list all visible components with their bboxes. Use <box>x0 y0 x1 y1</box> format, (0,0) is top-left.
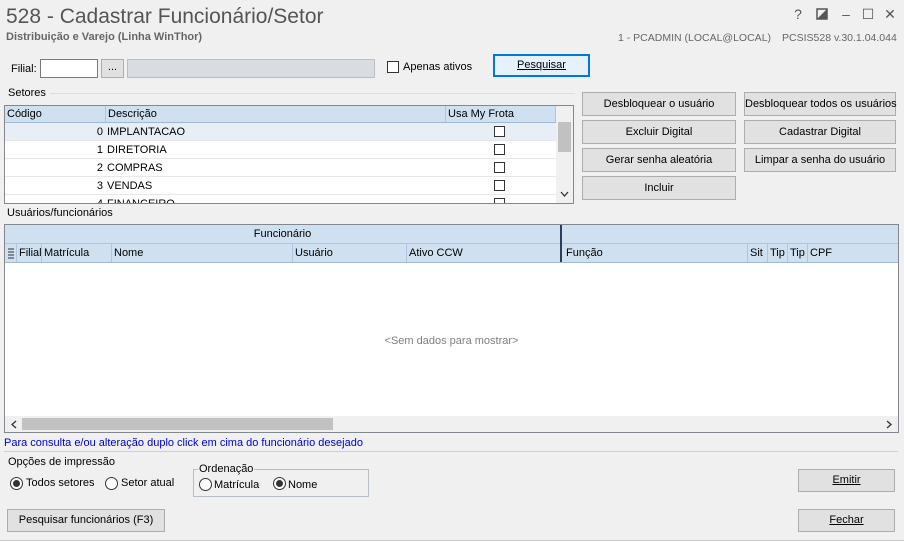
pesquisar-button[interactable]: Pesquisar <box>493 54 590 77</box>
setores-grid-header: Código Descrição Usa My Frota <box>5 106 556 123</box>
window-title: 528 - Cadastrar Funcionário/Setor <box>6 5 324 28</box>
col-funcao[interactable]: Função <box>564 244 748 262</box>
help-icon[interactable]: ? <box>790 6 806 22</box>
window-subtitle: Distribuição e Varejo (Linha WinThor) <box>6 31 203 43</box>
setores-group-line <box>50 93 575 94</box>
col-codigo[interactable]: Código <box>5 106 106 122</box>
excluir-digital-button[interactable]: Excluir Digital <box>582 120 736 144</box>
usuarios-group-label: Usuários/funcionários <box>7 207 113 219</box>
scroll-thumb[interactable] <box>22 418 333 430</box>
col-nome[interactable]: Nome <box>112 244 293 262</box>
impressao-group-label: Opções de impressão <box>8 456 115 468</box>
cell-descricao: FINANCEIRO <box>107 195 437 203</box>
band-funcionario: Funcionário <box>5 225 562 244</box>
emitir-label: Emitir <box>832 474 861 486</box>
restore-icon[interactable] <box>814 6 830 22</box>
col-sit[interactable]: Sit <box>748 244 768 262</box>
scroll-thumb[interactable] <box>558 122 571 152</box>
cell-descricao: DIRETORIA <box>107 144 167 156</box>
usa-my-frota-checkbox[interactable] <box>494 144 505 155</box>
cell-descricao: IMPLANTACAO <box>107 126 186 138</box>
table-row[interactable]: 0 IMPLANTACAO <box>5 123 556 141</box>
cell-codigo: 1 <box>96 144 103 156</box>
cell-descricao: VENDAS <box>107 180 153 192</box>
cadastrar-digital-button[interactable]: Cadastrar Digital <box>744 120 896 144</box>
setor-atual-label: Setor atual <box>121 477 175 489</box>
cell-descricao: COMPRAS <box>107 162 163 174</box>
fechar-label: Fechar <box>829 514 864 526</box>
col-ativo-ccw[interactable]: Ativo CCW <box>407 244 562 262</box>
version-info: PCSIS528 v.30.1.04.044 <box>782 32 897 44</box>
col-usa-my-frota[interactable]: Usa My Frota <box>446 106 556 122</box>
table-row[interactable]: 1 DIRETORIA <box>5 141 556 159</box>
todos-setores-radio[interactable] <box>10 477 23 490</box>
table-row[interactable]: 4 FINANCEIRO <box>5 195 556 203</box>
ordenacao-label: Ordenação <box>198 463 255 475</box>
usuarios-col-header: Filial Matrícula Nome Usuário Ativo CCW … <box>5 244 898 263</box>
filial-label: Filial: <box>11 63 37 75</box>
close-icon[interactable]: ✕ <box>882 6 898 22</box>
col-filial[interactable]: Filial <box>17 244 42 262</box>
ordenacao-nome-radio[interactable] <box>273 477 286 490</box>
usa-my-frota-checkbox[interactable] <box>494 198 505 203</box>
cell-codigo: 0 <box>96 126 103 138</box>
scroll-right-icon[interactable] <box>885 420 893 429</box>
desbloquear-todos-button[interactable]: Desbloquear todos os usuários <box>744 92 897 116</box>
table-row[interactable]: 3 VENDAS <box>5 177 556 195</box>
filial-input[interactable] <box>40 59 98 78</box>
todos-setores-label: Todos setores <box>26 477 95 489</box>
apenas-ativos-label: Apenas ativos <box>403 61 473 73</box>
limpar-senha-button[interactable]: Limpar a senha do usuário <box>744 148 896 172</box>
hint-text: Para consulta e/ou alteração duplo click… <box>4 437 363 449</box>
cell-codigo: 3 <box>96 180 103 192</box>
apenas-ativos-checkbox[interactable] <box>387 61 399 73</box>
user-info: 1 - PCADMIN (LOCAL@LOCAL) <box>618 32 772 44</box>
cell-codigo: 4 <box>5 195 103 203</box>
usuarios-grid[interactable]: Funcionário Filial Matrícula Nome Usuári… <box>4 224 899 433</box>
col-tip-2[interactable]: Tip <box>788 244 808 262</box>
col-descricao[interactable]: Descrição <box>106 106 446 122</box>
ordenacao-matricula-radio[interactable] <box>199 478 212 491</box>
col-matricula[interactable]: Matrícula <box>42 244 112 262</box>
scroll-left-icon[interactable] <box>10 420 18 429</box>
col-cpf[interactable]: CPF <box>808 244 898 262</box>
fechar-button[interactable]: Fechar <box>798 509 895 532</box>
filial-browse-button[interactable]: ... <box>101 59 124 78</box>
emitir-button[interactable]: Emitir <box>798 469 895 492</box>
cell-codigo: 2 <box>96 162 103 174</box>
setores-vscrollbar[interactable] <box>556 106 573 203</box>
usa-my-frota-checkbox[interactable] <box>494 180 505 191</box>
usa-my-frota-checkbox[interactable] <box>494 162 505 173</box>
empty-grid-message: <Sem dados para mostrar> <box>384 335 519 347</box>
setores-grid[interactable]: Código Descrição Usa My Frota 0 IMPLANTA… <box>4 105 574 204</box>
usa-my-frota-checkbox[interactable] <box>494 126 505 137</box>
pesquisar-label: Pesquisar <box>517 59 566 71</box>
usuarios-band-header: Funcionário <box>5 225 898 244</box>
filial-description-field <box>127 59 375 78</box>
usuarios-hscrollbar[interactable] <box>5 416 898 432</box>
status-bar <box>0 540 904 559</box>
gerar-senha-button[interactable]: Gerar senha aleatória <box>582 148 736 172</box>
ordenacao-nome-label: Nome <box>288 479 318 491</box>
maximize-icon[interactable]: ☐ <box>860 6 876 22</box>
setores-group-label: Setores <box>8 87 46 99</box>
col-tip-1[interactable]: Tip <box>768 244 788 262</box>
column-chooser-icon[interactable] <box>5 244 17 262</box>
pesquisar-funcionarios-button[interactable]: Pesquisar funcionários (F3) <box>7 509 165 532</box>
minimize-icon[interactable]: – <box>838 6 854 22</box>
incluir-button[interactable]: Incluir <box>582 176 736 200</box>
table-row[interactable]: 2 COMPRAS <box>5 159 556 177</box>
desbloquear-usuario-button[interactable]: Desbloquear o usuário <box>582 92 736 116</box>
separator-line <box>4 451 898 452</box>
scroll-down-icon[interactable] <box>560 190 569 198</box>
ordenacao-matricula-label: Matrícula <box>214 479 260 491</box>
setor-atual-radio[interactable] <box>105 477 118 490</box>
col-usuario[interactable]: Usuário <box>293 244 407 262</box>
